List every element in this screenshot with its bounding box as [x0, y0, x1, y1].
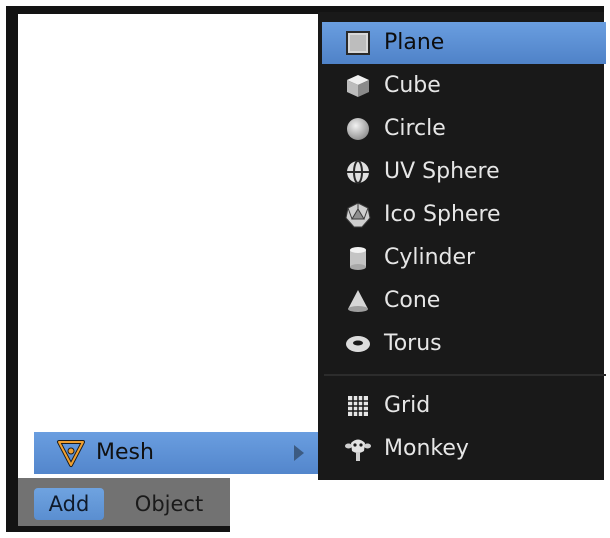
- menu-item-label: Cone: [384, 288, 441, 313]
- mesh-menu-item[interactable]: Mesh: [34, 432, 318, 474]
- menu-item-grid[interactable]: Grid: [322, 385, 606, 427]
- circle-icon: [344, 115, 372, 143]
- ico-sphere-icon: [344, 201, 372, 229]
- object-menu-button[interactable]: Object: [124, 488, 214, 520]
- menu-item-cylinder[interactable]: Cylinder: [322, 237, 606, 279]
- menu-item-plane[interactable]: Plane: [322, 22, 606, 64]
- menu-item-monkey[interactable]: Monkey: [322, 428, 606, 470]
- torus-icon: [344, 330, 372, 358]
- menu-item-uv-sphere[interactable]: UV Sphere: [322, 151, 606, 193]
- menu-item-label: Torus: [384, 331, 442, 356]
- submenu-arrow-icon: [294, 445, 304, 461]
- viewport-area[interactable]: [18, 14, 318, 486]
- menu-item-circle[interactable]: Circle: [322, 108, 606, 150]
- add-menu-button[interactable]: Add: [34, 488, 104, 520]
- cylinder-icon: [344, 244, 372, 272]
- menu-item-label: Cube: [384, 73, 441, 98]
- menu-item-ico-sphere[interactable]: Ico Sphere: [322, 194, 606, 236]
- cone-icon: [344, 287, 372, 315]
- uv-sphere-icon: [344, 158, 372, 186]
- menu-item-cone[interactable]: Cone: [322, 280, 606, 322]
- menu-item-label: Ico Sphere: [384, 202, 501, 227]
- menu-item-label: UV Sphere: [384, 159, 500, 184]
- empty-area: [230, 478, 604, 532]
- menu-item-cube[interactable]: Cube: [322, 65, 606, 107]
- menu-item-label: Plane: [384, 30, 445, 55]
- menu-item-label: Cylinder: [384, 245, 476, 270]
- plane-icon: [344, 29, 372, 57]
- cube-icon: [344, 72, 372, 100]
- mesh-icon: [56, 438, 86, 468]
- menu-item-label: Circle: [384, 116, 446, 141]
- monkey-icon: [344, 435, 372, 463]
- menu-separator: [324, 374, 606, 376]
- menu-item-label: Grid: [384, 393, 431, 418]
- mesh-label: Mesh: [96, 440, 154, 465]
- grid-icon: [344, 392, 372, 420]
- menu-item-torus[interactable]: Torus: [322, 323, 606, 365]
- menu-item-label: Monkey: [384, 436, 469, 461]
